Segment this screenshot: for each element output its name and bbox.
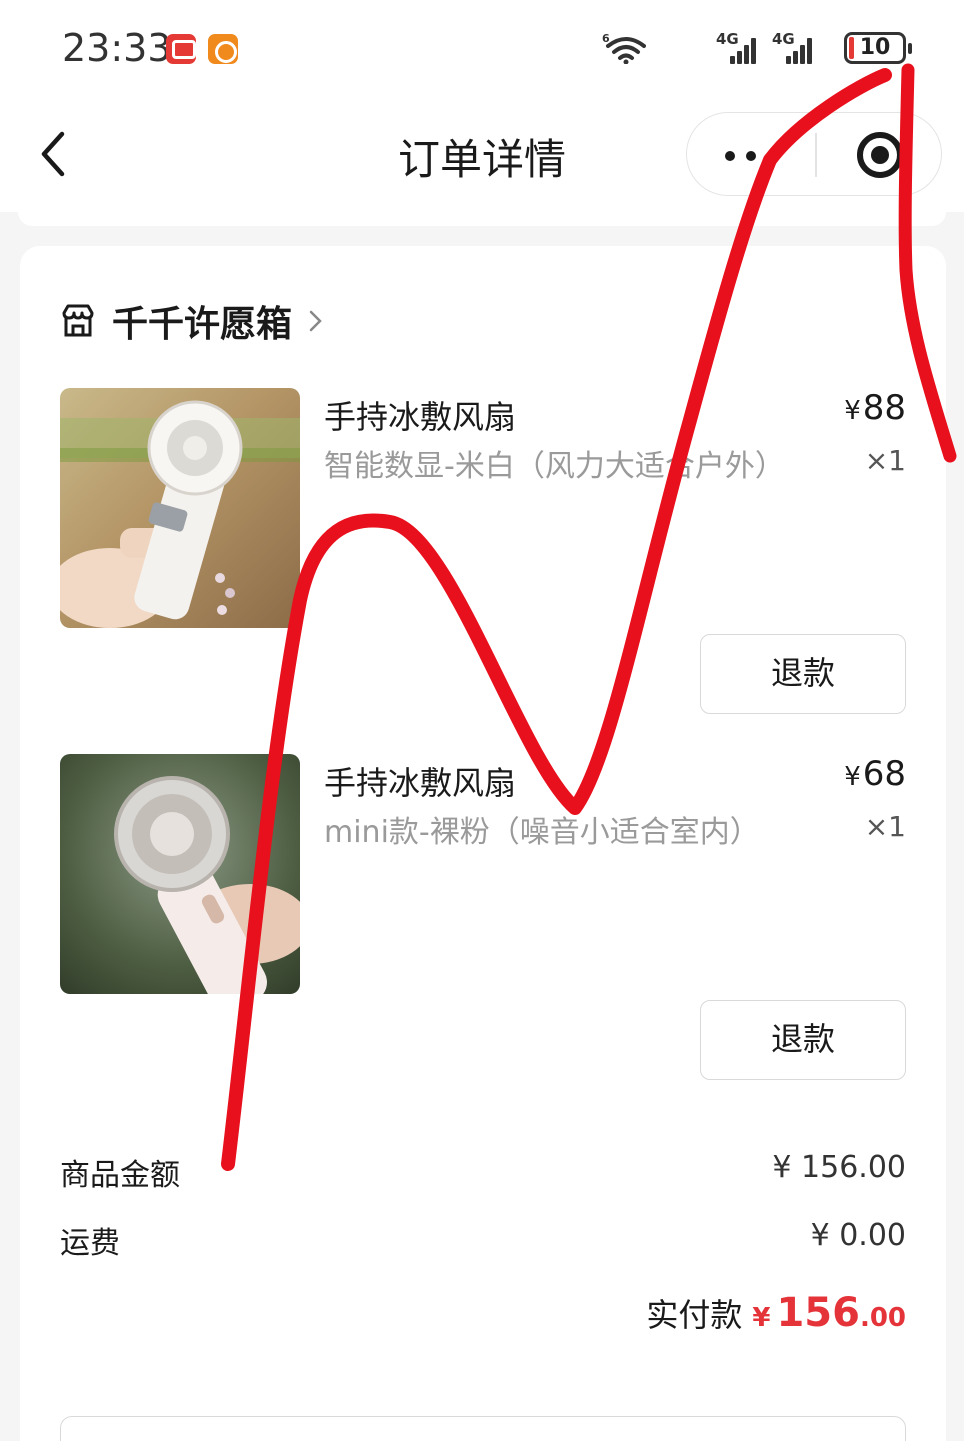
goods-amount-label: 商品金额 — [60, 1158, 180, 1193]
product-spec: 智能数显-米白（风力大适合户外） — [324, 449, 785, 484]
paid-currency: ¥ — [752, 1303, 771, 1333]
product-price: ¥88 — [844, 388, 906, 428]
shipping-label: 运费 — [60, 1226, 120, 1261]
product-price: ¥68 — [844, 754, 906, 794]
notification-app-icon-2 — [208, 34, 238, 64]
wifi-icon: 6 — [602, 32, 646, 64]
battery-icon: 10 — [844, 32, 912, 64]
goods-amount-value: ¥ 156.00 — [772, 1150, 906, 1185]
notification-app-icon — [166, 34, 196, 64]
shop-header[interactable]: 千千许愿箱 — [60, 296, 326, 346]
product-image — [60, 388, 300, 628]
paid-label: 实付款 — [646, 1296, 743, 1334]
chevron-right-icon — [309, 310, 322, 332]
product-image — [60, 754, 300, 994]
product-quantity: ×1 — [864, 444, 906, 477]
bottom-action-button[interactable] — [60, 1416, 906, 1441]
shop-icon — [62, 304, 94, 337]
mini-program-capsule — [686, 112, 942, 196]
product-item[interactable]: 手持冰敷风扇 智能数显-米白（风力大适合户外） ¥88 ×1 退款 — [60, 388, 906, 718]
paid-amount-integer: 156 — [776, 1290, 860, 1336]
status-icons: 6 4G 4G 10 — [576, 30, 912, 66]
close-mini-program-button[interactable] — [815, 113, 943, 197]
paid-amount-decimal: .00 — [859, 1303, 906, 1333]
product-title: 手持冰敷风扇 — [324, 764, 517, 802]
more-options-button[interactable] — [687, 113, 815, 197]
shop-name: 千千许愿箱 — [112, 304, 293, 345]
status-time: 23:33 — [62, 26, 172, 70]
battery-level: 10 — [859, 35, 891, 60]
product-title: 手持冰敷风扇 — [324, 398, 517, 436]
shipping-value: ¥ 0.00 — [810, 1218, 906, 1253]
refund-button[interactable]: 退款 — [700, 634, 906, 714]
product-item[interactable]: 手持冰敷风扇 mini款-裸粉（噪音小适合室内） ¥68 ×1 退款 — [60, 754, 906, 1084]
signal-icon-1: 4G — [716, 30, 762, 66]
product-spec: mini款-裸粉（噪音小适合室内） — [324, 815, 760, 850]
header-separator — [0, 212, 964, 228]
shipping-row: 运费 ¥ 0.00 — [60, 1218, 906, 1262]
product-quantity: ×1 — [864, 810, 906, 843]
refund-button[interactable]: 退款 — [700, 1000, 906, 1080]
signal-icon-2: 4G — [772, 30, 818, 66]
order-detail-page: 23:33 6 4G 4G 10 订单详情 千千许愿箱 手持冰敷风扇 智能数显-… — [0, 0, 964, 1441]
goods-amount-row: 商品金额 ¥ 156.00 — [60, 1150, 906, 1194]
nav-bar: 订单详情 — [0, 100, 964, 212]
paid-amount-row: 实付款 ¥ 156 .00 — [646, 1290, 906, 1346]
status-bar: 23:33 6 4G 4G 10 — [0, 0, 964, 100]
order-card: 千千许愿箱 手持冰敷风扇 智能数显-米白（风力大适合户外） ¥88 ×1 退款 … — [20, 246, 946, 1441]
